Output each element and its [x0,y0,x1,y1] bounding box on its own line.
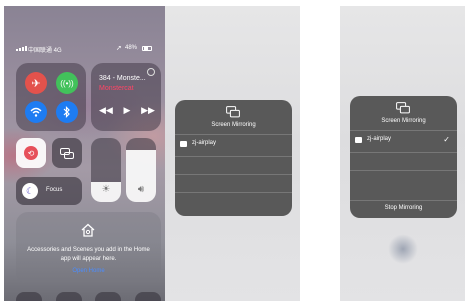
wifi-icon [30,107,42,117]
cellular-icon: ((•)) [60,78,74,88]
status-bar: 中国联通 4G ➚ 48% [4,44,165,56]
panel-title: Screen Mirroring [211,122,256,128]
wifi-toggle[interactable] [25,101,47,123]
song-artist: Monstercat [99,85,134,92]
home-message: Accessories and Scenes you add in the Ho… [27,247,150,262]
divider [350,130,457,131]
timer-button[interactable] [55,292,82,301]
divider [175,134,292,135]
screen-mirroring-panel: Screen Mirroring zj-airplay [175,100,292,216]
screen-mirroring-icon [60,147,74,159]
now-playing-module[interactable]: 384 - Monste... Monstercat ◀◀ ▶ ▶▶ [91,63,161,131]
panel-title: Screen Mirroring [381,118,426,124]
moon-icon: ☾ [22,183,38,199]
fast-forward-icon[interactable]: ▶▶ [141,105,155,116]
calculator-button[interactable] [95,292,122,301]
battery-percent: 48% [125,45,138,51]
location-icon: ➚ [116,45,122,52]
volume-slider[interactable]: 🔊︎ [126,138,156,202]
sun-icon: ☀ [101,184,111,195]
battery-icon [142,46,152,51]
bluetooth-toggle[interactable] [56,101,78,123]
screen-mirroring-panel: Screen Mirroring zj-airplay ✓ Stop Mirro… [350,96,457,218]
screen-mirroring-button[interactable] [52,138,82,168]
apple-tv-icon [180,141,187,147]
signal-icon [16,46,27,51]
speaker-icon: 🔊︎ [137,184,145,195]
carrier-label: 中国联通 4G [28,48,62,54]
screen-mirroring-icon [396,102,410,114]
airplane-mode-toggle[interactable]: ✈ [25,72,47,94]
connectivity-module: ✈ ((•)) [16,63,86,131]
divider [350,200,457,201]
background-blur [388,234,418,264]
home-icon [81,223,95,237]
device-name: zj-airplay [367,136,392,142]
playback-controls: ◀◀ ▶ ▶▶ [99,105,155,116]
divider [175,156,292,157]
screen-mirroring-icon [226,106,240,118]
apple-tv-icon [355,137,362,143]
cellular-data-toggle[interactable]: ((•)) [56,72,78,94]
play-icon[interactable]: ▶ [124,105,131,116]
divider [175,192,292,193]
device-name: zj-airplay [192,140,217,146]
airplay-audio-icon[interactable] [147,68,155,76]
divider [350,170,457,171]
orientation-lock-button[interactable]: ⟲ [16,138,46,168]
divider [175,174,292,175]
divider [350,152,457,153]
bluetooth-icon [63,106,70,118]
rewind-icon[interactable]: ◀◀ [99,105,113,116]
home-module: Accessories and Scenes you add in the Ho… [16,212,161,284]
brightness-slider[interactable]: ☀ [91,138,121,202]
airplane-icon: ✈ [31,77,41,90]
focus-button[interactable]: ☾ Focus [16,177,82,205]
control-center-screen: 中国联通 4G ➚ 48% ✈ ((•)) 384 - Monste... Mo… [4,6,165,301]
flashlight-button[interactable] [16,292,42,301]
open-home-link[interactable]: Open Home [16,268,161,274]
device-item[interactable]: zj-airplay [175,136,292,154]
focus-label: Focus [46,187,63,193]
device-item-selected[interactable]: zj-airplay ✓ [350,132,457,150]
camera-button[interactable] [134,292,161,301]
stop-mirroring-button[interactable]: Stop Mirroring [350,202,457,218]
screen-mirroring-screen: Screen Mirroring zj-airplay [165,6,300,301]
checkmark-icon: ✓ [443,135,450,144]
song-title: 384 - Monste... [99,75,146,82]
bottom-controls-row [16,292,161,301]
screen-mirroring-connected-screen: Screen Mirroring zj-airplay ✓ Stop Mirro… [340,6,465,301]
rotation-lock-icon: ⟲ [24,146,38,160]
